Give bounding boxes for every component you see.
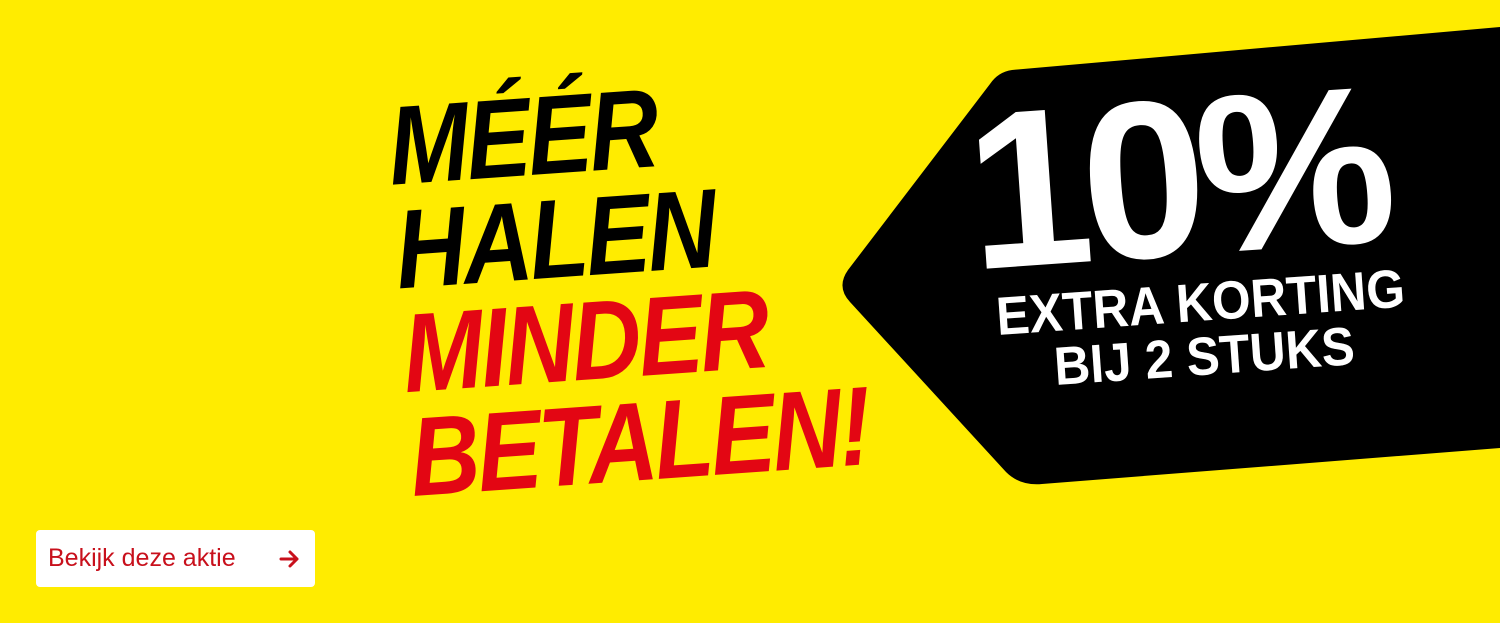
view-deal-label: Bekijk deze aktie: [48, 544, 236, 572]
headline: MÉÉR HALEN MINDER BETALEN!: [384, 63, 873, 520]
arrow-right-icon: [279, 550, 299, 568]
discount-percent: 10%: [958, 38, 1394, 318]
headline-line-4: BETALEN!: [405, 363, 873, 520]
view-deal-button[interactable]: Bekijk deze aktie: [36, 530, 315, 587]
discount-tag: 10% EXTRA KORTING BIJ 2 STUKS: [958, 38, 1500, 400]
promo-banner[interactable]: MÉÉR HALEN MINDER BETALEN! 10% EXTRA KOR…: [0, 0, 1500, 623]
